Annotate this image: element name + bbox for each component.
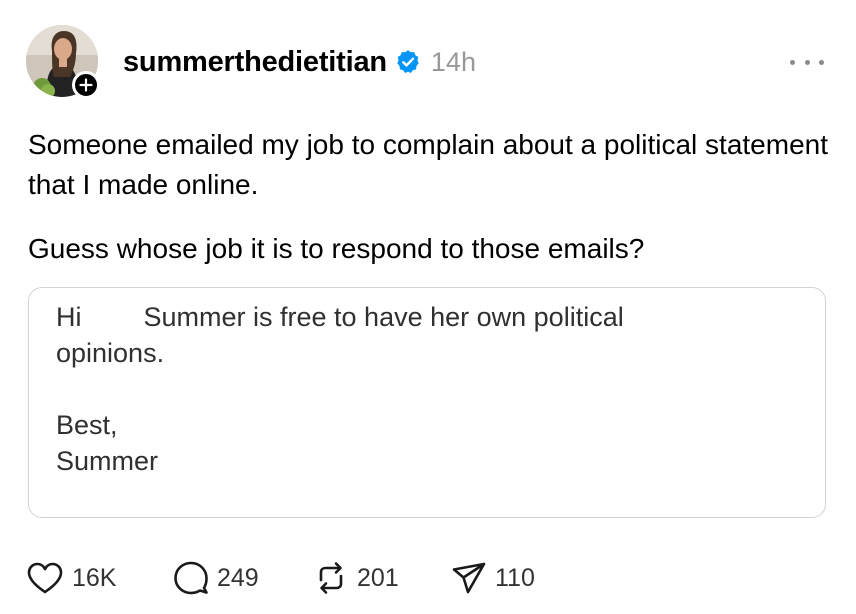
share-button[interactable]: 110 (451, 560, 535, 596)
like-button[interactable]: 16K (26, 561, 173, 595)
verified-badge-icon (395, 49, 421, 75)
post-timestamp: 14h (430, 46, 476, 77)
redacted-name (81, 304, 144, 333)
quote-line-1-text: Summer is free to have her own political (143, 302, 624, 332)
username-link[interactable]: summerthedietitian (123, 46, 387, 79)
email-reply-quote: Hi Summer is free to have her own politic… (28, 287, 826, 518)
quote-signature: Summer (56, 446, 159, 476)
post-paragraph-1: Someone emailed my job to complain about… (28, 129, 828, 200)
repost-count: 201 (357, 563, 399, 592)
more-dot (819, 59, 824, 65)
post-paragraph-2: Guess whose job it is to respond to thos… (28, 233, 645, 264)
post-actions: 16K 249 201 110 (26, 557, 535, 599)
reply-count: 249 (217, 563, 259, 592)
comment-icon (174, 561, 208, 595)
quote-signoff: Best, (56, 410, 118, 440)
plus-icon (79, 78, 93, 92)
more-options-button[interactable] (790, 50, 824, 74)
author-avatar-group (26, 25, 100, 99)
repost-icon (319, 562, 343, 594)
follow-button[interactable] (72, 71, 100, 99)
heart-icon (27, 562, 63, 594)
post-header: summerthedietitian 14h (123, 42, 476, 82)
quote-greeting: Hi (56, 302, 82, 332)
more-dot (804, 59, 810, 65)
share-count: 110 (495, 563, 535, 592)
quote-line-2: opinions. (56, 338, 165, 368)
reply-button[interactable]: 249 (173, 560, 313, 596)
quote-line-1: Hi Summer is free to have her own politic… (56, 299, 799, 335)
repost-button[interactable]: 201 (313, 560, 451, 596)
thread-post: summerthedietitian 14h Someone emailed m… (0, 0, 856, 614)
like-count: 16K (72, 563, 117, 592)
send-icon (452, 562, 486, 594)
more-dots-icon (790, 59, 795, 65)
quote-spacer (56, 371, 799, 407)
